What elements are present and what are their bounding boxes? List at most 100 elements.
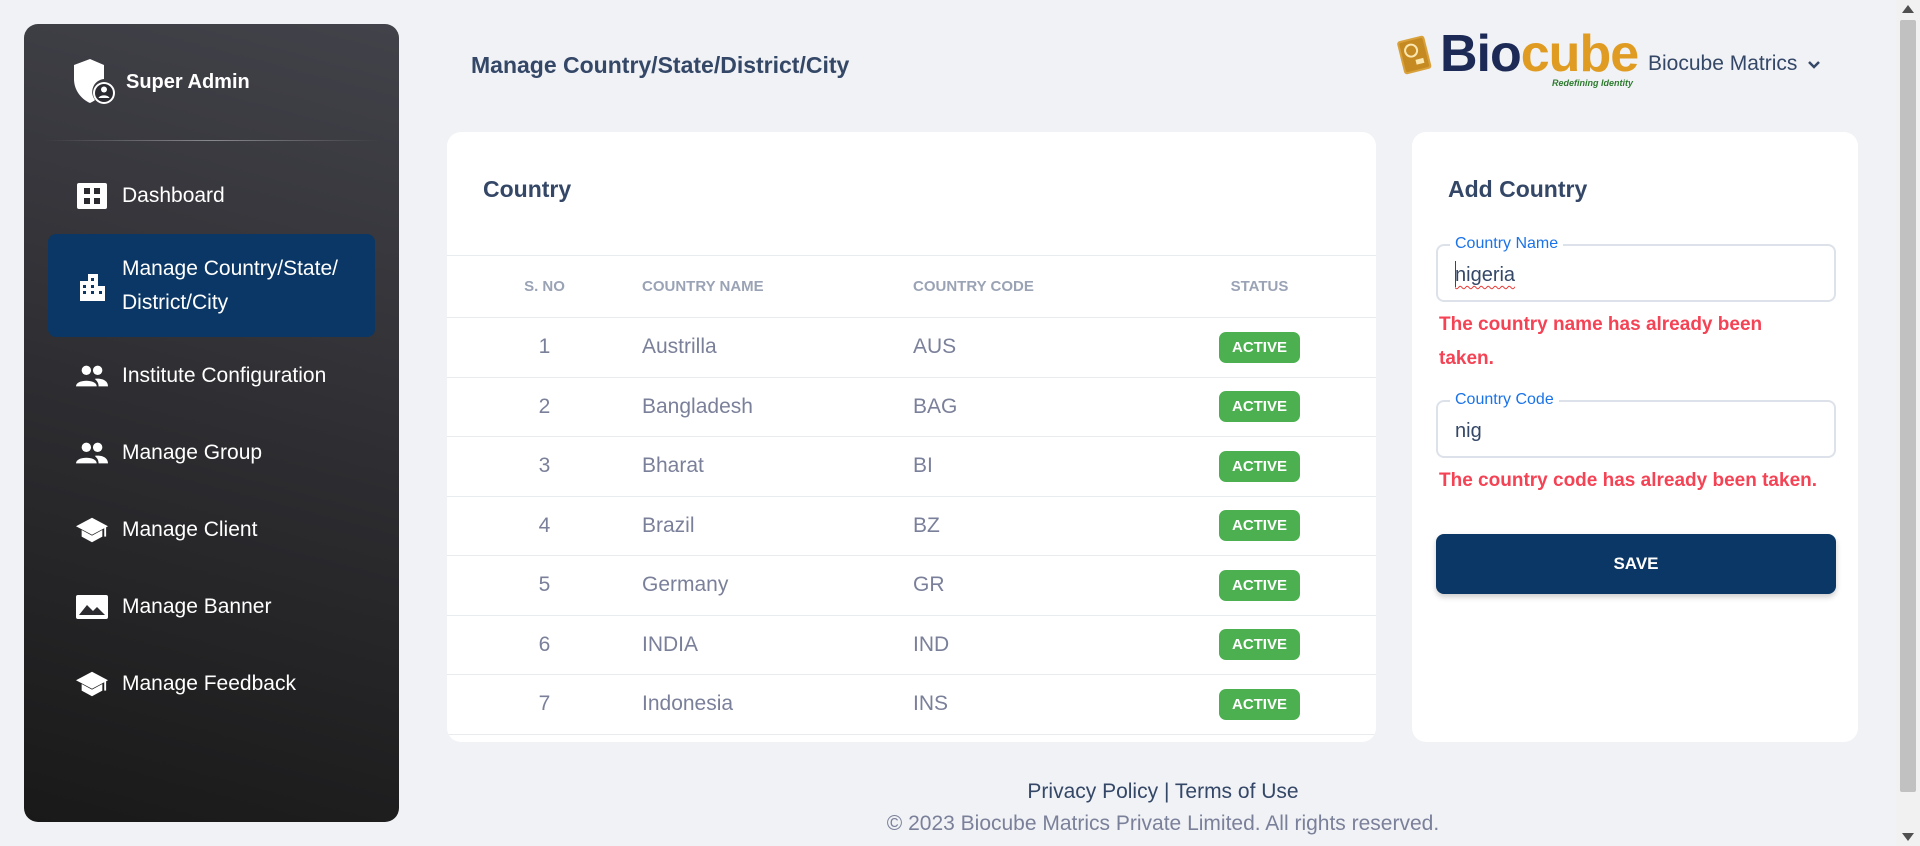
cell-status: ACTIVE (1143, 688, 1376, 720)
sidebar-item-manage-feedback[interactable]: Manage Feedback (48, 645, 375, 722)
footer-links: Privacy Policy | Terms of Use (0, 780, 1920, 804)
cell-country-name: Indonesia (642, 692, 734, 716)
country-code-field[interactable]: Country Code nig (1436, 391, 1836, 458)
table-row: 7 Indonesia INS ACTIVE (447, 675, 1376, 735)
cell-country-name: Germany (642, 573, 729, 597)
cell-sno: 4 (538, 513, 551, 537)
country-name-label: Country Name (1450, 235, 1564, 253)
privacy-policy-link[interactable]: Privacy Policy (1027, 780, 1158, 803)
country-name-error-line1: The country name has already been (1439, 314, 1763, 335)
cell-country-code: INS (913, 692, 949, 716)
cell-sno: 3 (538, 454, 551, 478)
shield-user-icon (70, 57, 116, 107)
cell-sno: 6 (538, 632, 551, 656)
cube-logo-icon (1397, 35, 1432, 75)
column-header-country-name: COUNTRY NAME (642, 278, 764, 295)
dashboard-icon (76, 180, 108, 212)
status-badge[interactable]: ACTIVE (1218, 629, 1300, 661)
country-name-field[interactable]: Country Name nigeria (1436, 235, 1836, 302)
sidebar-item-label: Manage Feedback (122, 671, 296, 695)
sidebar-item-label: Manage Banner (122, 594, 272, 618)
building-icon (76, 270, 108, 302)
column-header-status: STATUS (1230, 278, 1289, 295)
cell-sno: 1 (538, 335, 551, 359)
sidebar-item-dashboard[interactable]: Dashboard (48, 157, 375, 234)
country-name-value: nigeria (1455, 264, 1516, 286)
status-badge[interactable]: ACTIVE (1218, 688, 1300, 720)
status-badge[interactable]: ACTIVE (1218, 391, 1300, 423)
school-icon (76, 514, 108, 546)
country-card-title: Country (483, 176, 572, 202)
cell-country-code: BI (913, 454, 933, 478)
sidebar-item-institute-configuration[interactable]: Institute Configuration (48, 337, 375, 414)
country-code-label: Country Code (1450, 391, 1559, 409)
logo-bio-text: Bio (1440, 25, 1522, 83)
people-icon (76, 360, 108, 392)
image-icon (76, 591, 108, 623)
logo-tagline: Redefining Identity (1552, 78, 1633, 88)
sidebar-item-label-line2: District/City (122, 290, 229, 314)
status-badge[interactable]: ACTIVE (1218, 569, 1300, 601)
sidebar-brand[interactable]: Super Admin (24, 24, 399, 140)
cell-country-name: Brazil (642, 513, 695, 537)
logo-cube-text: cube (1520, 25, 1639, 83)
terms-of-use-link[interactable]: Terms of Use (1175, 780, 1299, 803)
status-badge[interactable]: ACTIVE (1218, 450, 1300, 482)
sidebar-item-label: Manage Group (122, 440, 263, 464)
sidebar-brand-label: Super Admin (126, 70, 250, 93)
cell-sno: 2 (538, 394, 551, 418)
cell-country-name: Austrilla (642, 335, 717, 359)
country-name-error: The country name has already been taken. (1439, 308, 1762, 376)
add-country-card: Add Country Country Name nigeria The cou… (1412, 132, 1858, 742)
table-row: 3 Bharat BI ACTIVE (447, 437, 1376, 497)
save-button[interactable]: SAVE (1436, 534, 1836, 594)
country-table: S. NO COUNTRY NAME COUNTRY CODE STATUS 1… (447, 255, 1376, 735)
cell-status: ACTIVE (1143, 331, 1376, 363)
page-scrollbar[interactable] (1896, 0, 1920, 846)
column-header-sno: S. NO (524, 278, 565, 295)
cell-country-code: BAG (913, 394, 958, 418)
cell-country-code: AUS (913, 335, 957, 359)
status-badge[interactable]: ACTIVE (1218, 331, 1300, 363)
country-card: Country S. NO COUNTRY NAME COUNTRY CODE … (447, 132, 1376, 742)
sidebar: Super Admin Dashboard Manage Country/Sta… (24, 24, 399, 822)
cell-status: ACTIVE (1143, 510, 1376, 542)
cell-country-name: INDIA (642, 632, 699, 656)
sidebar-nav: Dashboard Manage Country/State/ District… (24, 141, 399, 722)
page-title: Manage Country/State/District/City (471, 52, 850, 78)
sidebar-item-label: Manage Client (122, 517, 258, 541)
country-code-error: The country code has already been taken. (1439, 470, 1818, 491)
account-name: Biocube Matrics (1648, 52, 1798, 75)
biocube-logo: Biocube Redefining Identity (1392, 25, 1639, 92)
status-badge[interactable]: ACTIVE (1218, 510, 1300, 542)
cell-sno: 7 (538, 692, 551, 716)
scroll-down-arrow-icon[interactable] (1902, 833, 1914, 841)
cell-status: ACTIVE (1143, 391, 1376, 423)
people-icon (76, 437, 108, 469)
add-country-title: Add Country (1448, 176, 1588, 202)
country-name-error-line2: taken. (1439, 348, 1494, 369)
sidebar-item-manage-client[interactable]: Manage Client (48, 491, 375, 568)
sidebar-item-label: Manage Country/State/ District/City (122, 252, 338, 320)
scrollbar-thumb[interactable] (1900, 20, 1916, 792)
account-menu[interactable]: Biocube Matrics (1648, 52, 1821, 76)
cell-country-code: IND (913, 632, 950, 656)
sidebar-item-manage-group[interactable]: Manage Group (48, 414, 375, 491)
school-icon (76, 668, 108, 700)
cell-sno: 5 (538, 573, 551, 597)
table-row: 5 Germany GR ACTIVE (447, 556, 1376, 616)
logo-wordmark: Biocube (1440, 24, 1639, 84)
cell-country-code: BZ (913, 513, 940, 537)
cell-status: ACTIVE (1143, 569, 1376, 601)
scroll-up-arrow-icon[interactable] (1902, 5, 1914, 13)
table-row: 6 INDIA IND ACTIVE (447, 616, 1376, 675)
sidebar-item-manage-banner[interactable]: Manage Banner (48, 568, 375, 645)
cell-country-name: Bharat (642, 454, 704, 478)
sidebar-item-label: Dashboard (122, 183, 225, 207)
footer-copyright: © 2023 Biocube Matrics Private Limited. … (886, 812, 1440, 835)
country-code-value: nig (1455, 420, 1482, 442)
cell-country-name: Bangladesh (642, 394, 753, 418)
sidebar-item-label: Institute Configuration (122, 363, 327, 387)
sidebar-item-manage-country[interactable]: Manage Country/State/ District/City (48, 234, 375, 337)
cell-status: ACTIVE (1143, 629, 1376, 661)
